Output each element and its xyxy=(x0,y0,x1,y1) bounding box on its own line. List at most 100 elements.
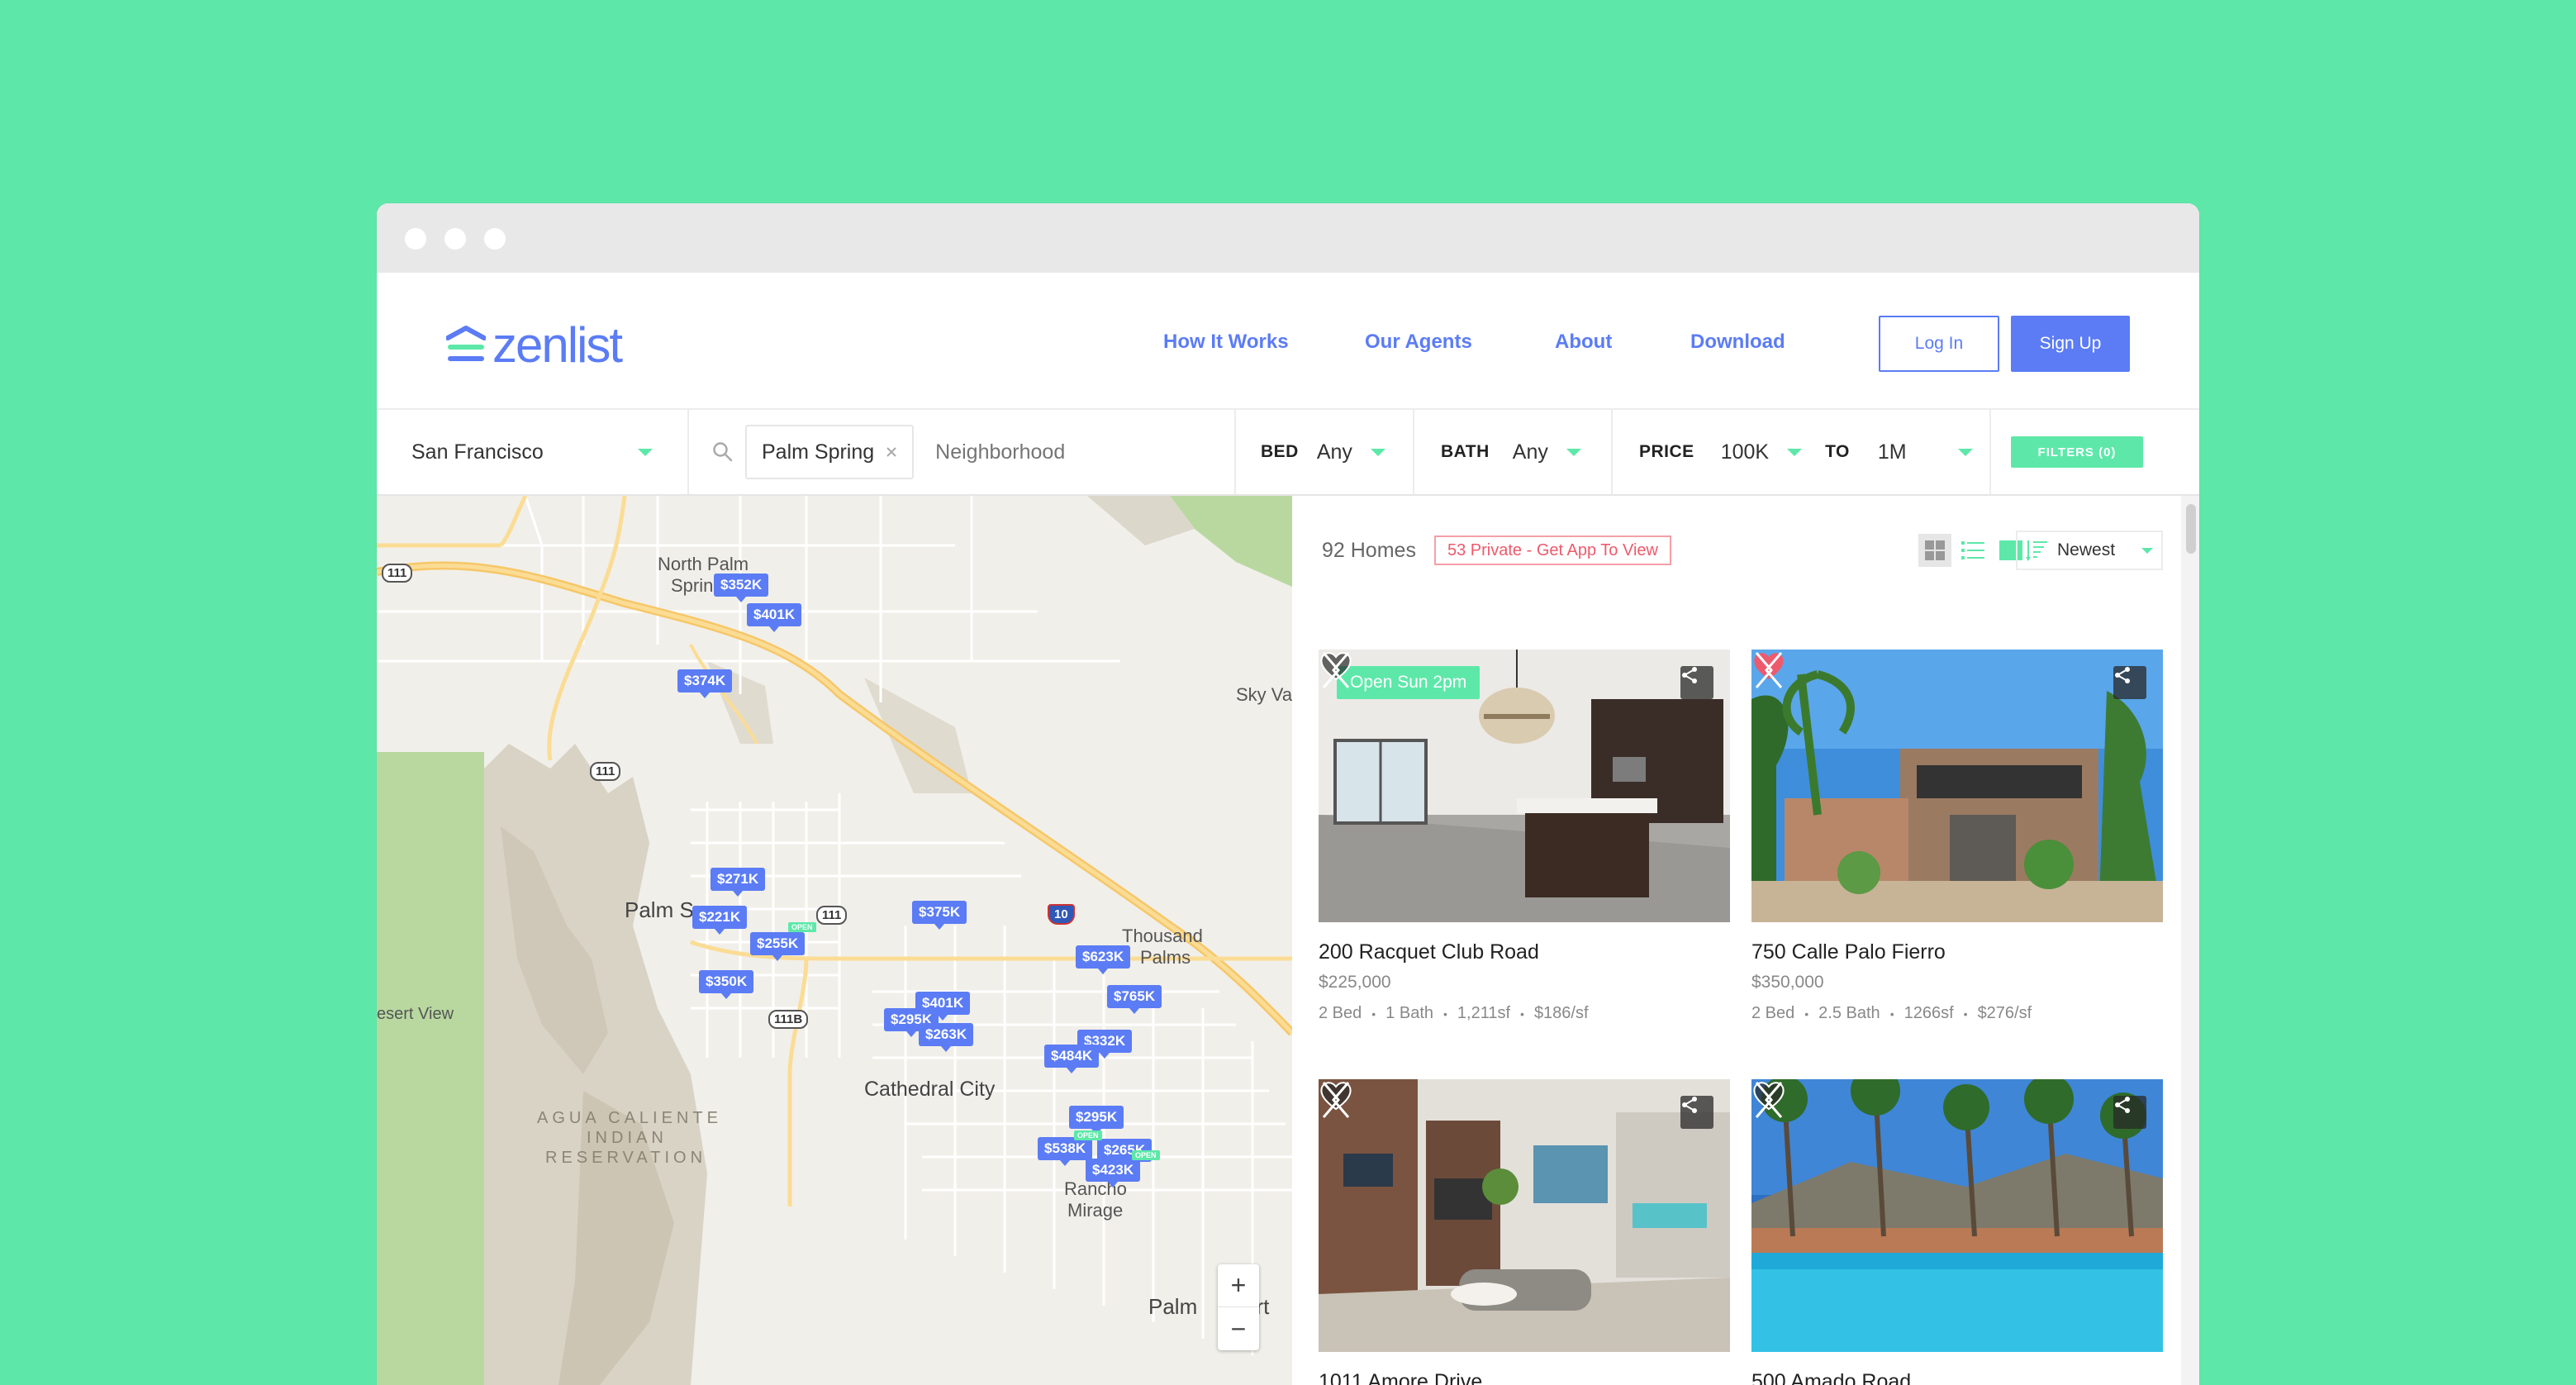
price-pin[interactable]: $263K xyxy=(919,1023,974,1052)
scrollbar-thumb[interactable] xyxy=(2186,504,2196,554)
sort-select[interactable]: Newest xyxy=(2016,531,2163,570)
nav-download[interactable]: Download xyxy=(1690,331,1785,354)
map-label: North Palm xyxy=(658,554,749,574)
nav-how-it-works[interactable]: How It Works xyxy=(1163,331,1289,354)
highway-shield: 111 xyxy=(382,564,413,583)
chevron-right-icon[interactable] xyxy=(1751,650,1776,691)
bath-select[interactable]: BATH Any xyxy=(1414,410,1613,494)
listing-address[interactable]: 500 Amado Road xyxy=(1751,1370,2163,1385)
interstate-shield: 10 xyxy=(1048,904,1075,925)
listing-photo[interactable]: Open Sun 2pm xyxy=(1319,650,1730,922)
map-label: RESERVATION xyxy=(545,1149,707,1167)
chevron-right-icon[interactable] xyxy=(1319,1079,1343,1121)
grid-view-icon[interactable] xyxy=(1918,534,1951,567)
private-listings-badge[interactable]: 53 Private - Get App To View xyxy=(1434,535,1671,565)
sort-value: Newest xyxy=(2057,540,2116,559)
nav-our-agents[interactable]: Our Agents xyxy=(1365,331,1472,354)
map-label: Sprin xyxy=(671,575,714,596)
listing-price-per-sqft: $186/sf xyxy=(1533,1004,1589,1022)
chevron-down-icon[interactable] xyxy=(1787,448,1803,456)
logo-wordmark: zenlist xyxy=(492,317,623,373)
open-house-tag: OPEN xyxy=(788,922,816,932)
login-button[interactable]: Log In xyxy=(1879,316,1999,372)
price-pin[interactable]: $538K xyxy=(1038,1137,1093,1166)
divider xyxy=(1989,410,1991,494)
listing-address[interactable]: 750 Calle Palo Fierro xyxy=(1751,940,2163,964)
listing-address[interactable]: 1011 Amore Drive xyxy=(1319,1370,1730,1385)
meta-separator: • xyxy=(1520,1007,1524,1021)
clear-icon[interactable] xyxy=(886,446,897,458)
filter-bar: San Francisco Palm Spring BED Any BATH A… xyxy=(377,410,2199,496)
share-icon[interactable] xyxy=(2113,666,2146,699)
price-pin[interactable]: $484K xyxy=(1044,1045,1100,1073)
listing-photo-image xyxy=(1319,1079,1730,1352)
price-pin[interactable]: $375K xyxy=(912,901,967,930)
listing-card[interactable]: Open Sun 2pm 200 Racquet Club Road $225,… xyxy=(1319,650,1730,1023)
listing-photo-image xyxy=(1751,650,2163,922)
map-label: Sky Va xyxy=(1236,684,1292,705)
price-pin[interactable]: $401K xyxy=(747,603,802,632)
zoom-control: + − xyxy=(1218,1264,1259,1350)
price-max-select[interactable]: 1M xyxy=(1878,440,1907,464)
listing-baths: 1 Bath xyxy=(1385,1004,1433,1022)
window-dot-minimize[interactable] xyxy=(444,228,466,250)
chevron-right-icon[interactable] xyxy=(1751,1079,1776,1121)
price-pin[interactable]: $765K xyxy=(1107,985,1162,1014)
chevron-down-icon xyxy=(1370,448,1385,456)
share-icon[interactable] xyxy=(1680,1096,1713,1129)
listing-card[interactable]: 1011 Amore Drive xyxy=(1319,1079,1730,1385)
price-pin[interactable]: $255K xyxy=(750,932,806,961)
city-select-value: San Francisco xyxy=(411,440,544,464)
bed-value: Any xyxy=(1316,440,1352,464)
listing-photo[interactable] xyxy=(1751,650,2163,922)
neighborhood-input[interactable] xyxy=(935,440,1134,464)
price-pin[interactable]: $352K xyxy=(714,574,769,602)
chevron-right-icon[interactable] xyxy=(1319,650,1343,691)
listing-card[interactable]: 750 Calle Palo Fierro $350,000 2 Bed • 2.… xyxy=(1751,650,2163,1023)
meta-separator: • xyxy=(1963,1007,1968,1021)
results-scrollbar[interactable] xyxy=(2181,496,2199,1385)
location-search[interactable]: Palm Spring xyxy=(689,410,1236,494)
chevron-down-icon xyxy=(1566,448,1581,456)
chevron-down-icon xyxy=(638,448,653,456)
map-label: Palms xyxy=(1140,947,1191,968)
logo[interactable]: zenlist xyxy=(446,317,623,373)
list-view-icon[interactable] xyxy=(1956,534,1989,567)
price-pin[interactable]: $271K xyxy=(711,868,766,897)
open-house-badge: Open Sun 2pm xyxy=(1337,666,1480,699)
listing-photo[interactable] xyxy=(1751,1079,2163,1352)
bed-select[interactable]: BED Any xyxy=(1236,410,1414,494)
bath-value: Any xyxy=(1512,440,1548,464)
window-dot-close[interactable] xyxy=(405,228,426,250)
price-pin[interactable]: $350K xyxy=(699,970,754,999)
listing-photo[interactable] xyxy=(1319,1079,1730,1352)
price-min-select[interactable]: 100K xyxy=(1721,440,1769,464)
browser-titlebar xyxy=(377,203,2199,273)
listing-baths: 2.5 Bath xyxy=(1818,1004,1880,1022)
filters-button[interactable]: FILTERS (0) xyxy=(2011,436,2143,468)
price-pin[interactable]: $423K xyxy=(1086,1159,1141,1187)
share-icon[interactable] xyxy=(1680,666,1713,699)
listing-address[interactable]: 200 Racquet Club Road xyxy=(1319,940,1730,964)
zoom-in-button[interactable]: + xyxy=(1218,1264,1259,1307)
map-view[interactable]: 111 111 111 111B 10 North Palm Sprin Sky… xyxy=(377,496,1292,1385)
search-chip-label: Palm Spring xyxy=(762,440,875,464)
meta-separator: • xyxy=(1804,1007,1809,1021)
chevron-down-icon[interactable] xyxy=(1957,448,1973,456)
open-house-tag: OPEN xyxy=(1074,1130,1102,1140)
search-chip[interactable]: Palm Spring xyxy=(745,425,915,479)
meta-separator: • xyxy=(1889,1007,1894,1021)
city-select[interactable]: San Francisco xyxy=(377,410,689,494)
price-pin[interactable]: $221K xyxy=(692,906,748,935)
share-icon[interactable] xyxy=(2113,1096,2146,1129)
signup-button[interactable]: Sign Up xyxy=(2011,316,2130,372)
listing-card[interactable]: 500 Amado Road xyxy=(1751,1079,2163,1385)
nav-about[interactable]: About xyxy=(1555,331,1612,354)
listing-price: $350,000 xyxy=(1751,973,1824,992)
price-pin[interactable]: $374K xyxy=(677,669,733,698)
window-dot-maximize[interactable] xyxy=(484,228,506,250)
price-pin[interactable]: $623K xyxy=(1076,945,1131,974)
zoom-out-button[interactable]: − xyxy=(1218,1307,1259,1350)
price-pin[interactable]: $295K xyxy=(1069,1106,1124,1135)
listing-beds: 2 Bed xyxy=(1751,1004,1795,1022)
